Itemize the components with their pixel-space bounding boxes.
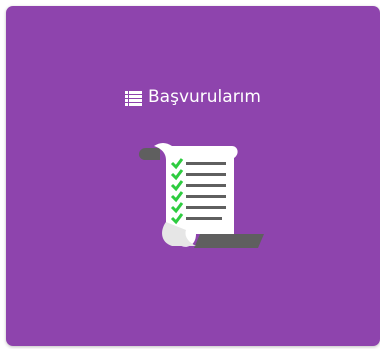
card-title-row: Başvurularım	[6, 86, 380, 108]
checklist-scroll-icon	[130, 138, 272, 258]
applications-card[interactable]: Başvurularım	[6, 6, 380, 346]
card-title: Başvurularım	[148, 87, 261, 107]
list-icon	[125, 90, 143, 106]
